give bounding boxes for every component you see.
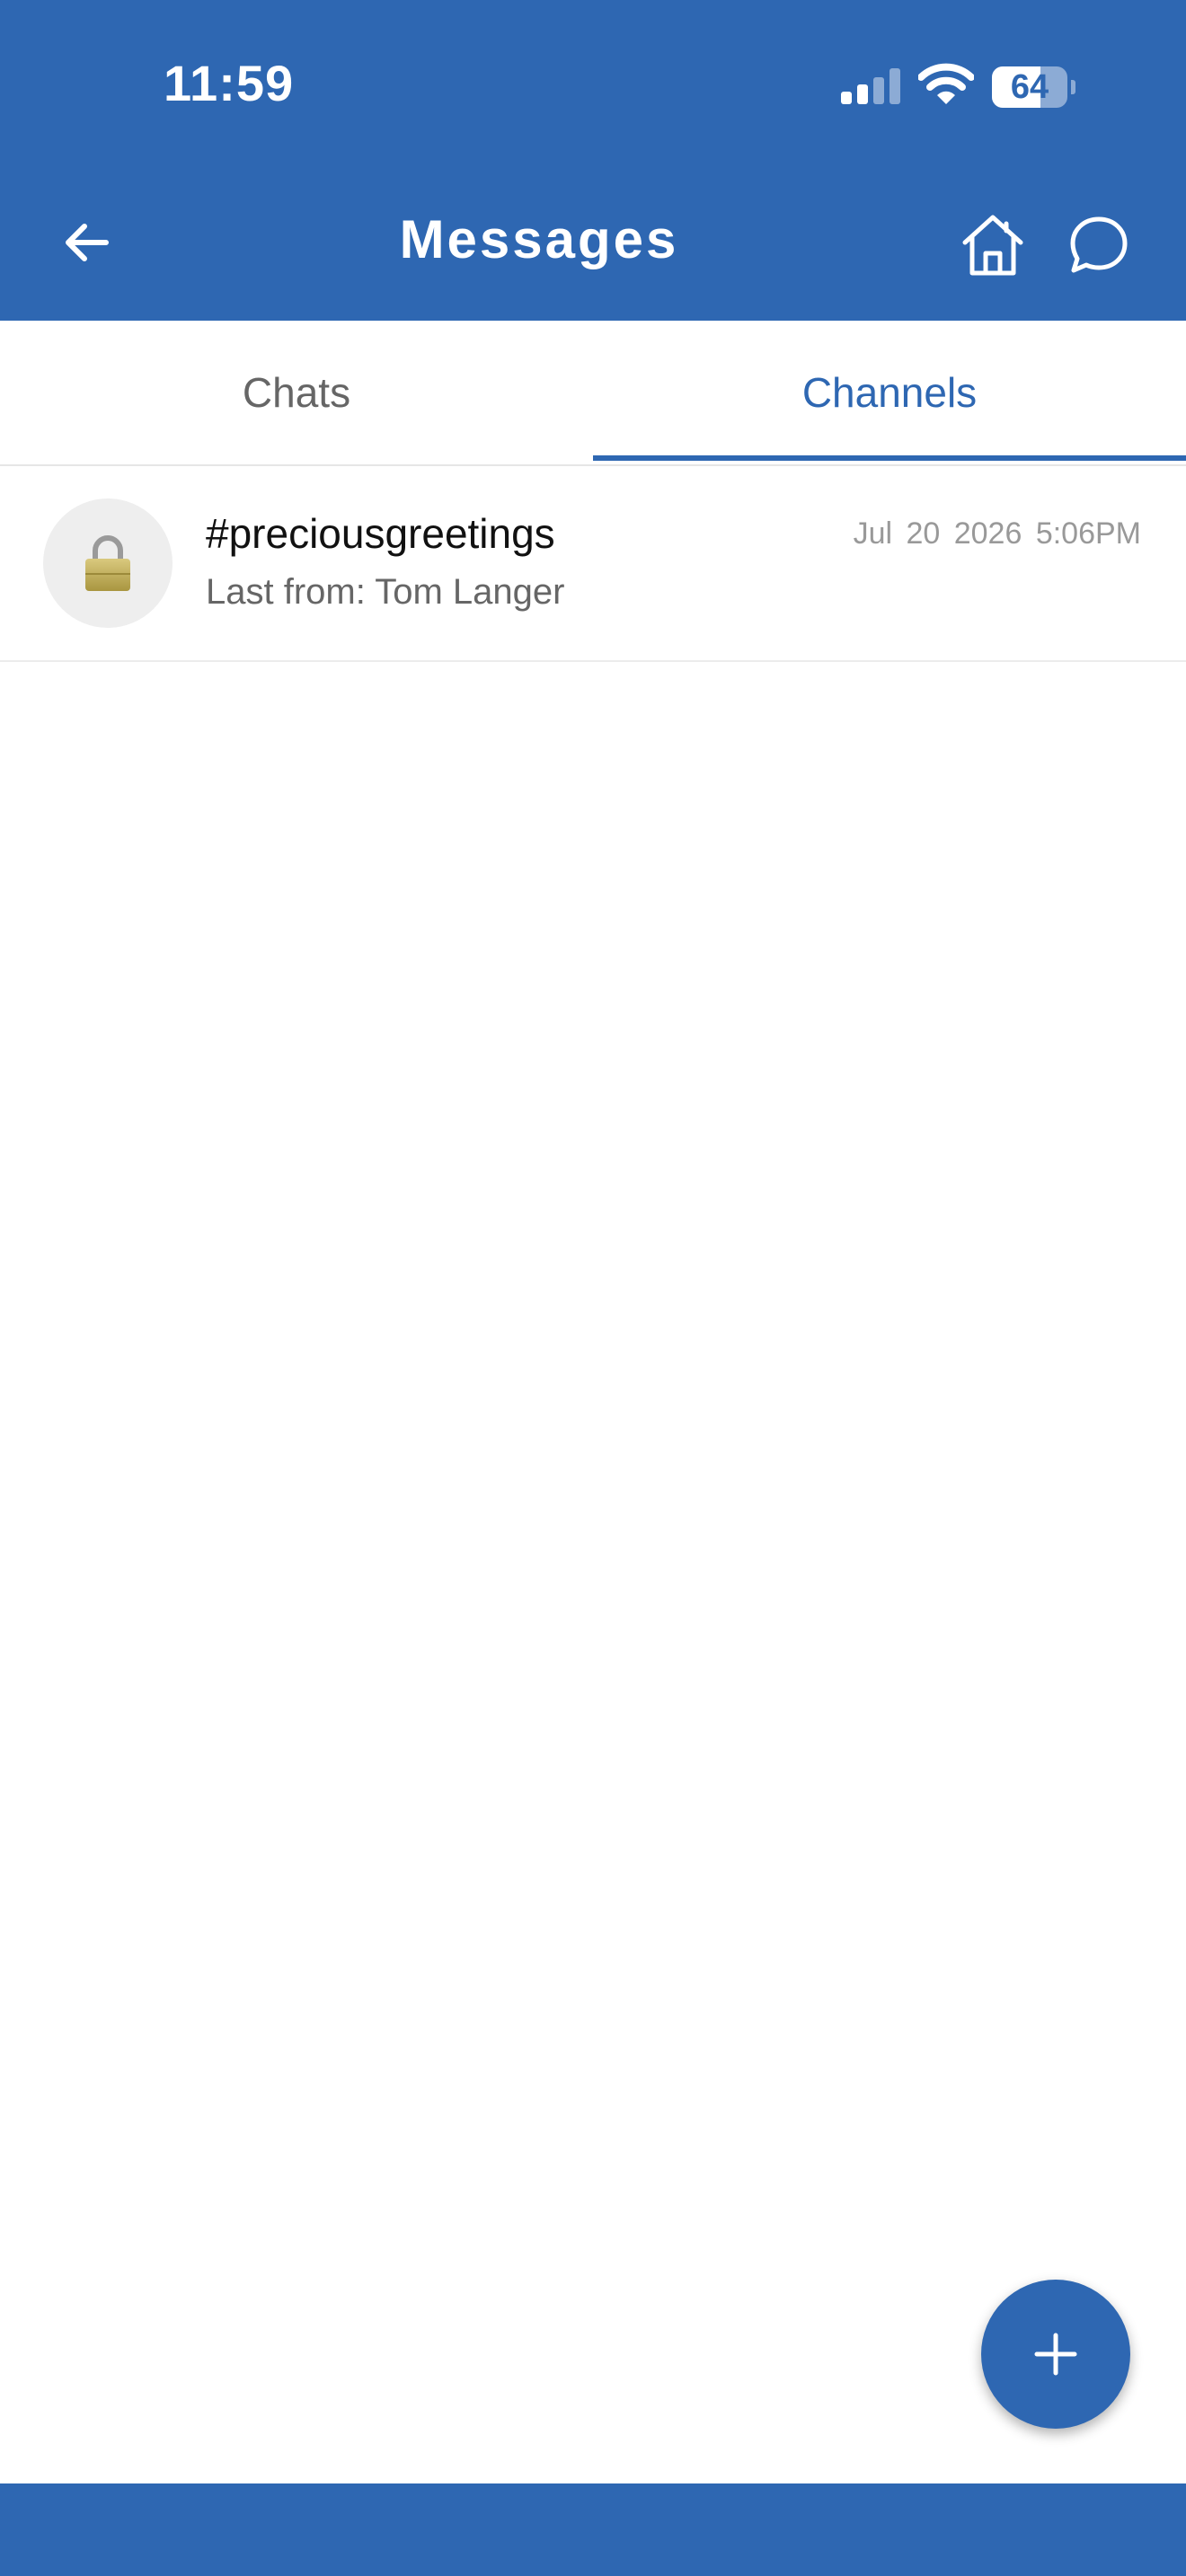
wifi-icon xyxy=(918,63,974,104)
bottom-bar xyxy=(0,2483,1186,2576)
app-header: 11:59 64 Messages xyxy=(0,0,1186,321)
channel-avatar xyxy=(43,498,173,628)
channel-list-item[interactable]: #preciousgreetings Last from: Tom Langer… xyxy=(0,466,1186,662)
back-button[interactable] xyxy=(50,207,122,278)
channel-last-message: Last from: Tom Langer xyxy=(206,572,565,612)
plus-icon xyxy=(1034,2333,1077,2376)
home-icon xyxy=(962,215,1023,276)
signal-icon xyxy=(841,68,900,104)
new-chat-button[interactable] xyxy=(1060,207,1137,284)
page-title: Messages xyxy=(399,209,679,269)
lock-icon xyxy=(85,535,130,591)
tab-bar: Chats Channels xyxy=(0,321,1186,466)
channel-name: #preciousgreetings xyxy=(206,510,555,557)
status-time: 11:59 xyxy=(164,55,295,111)
tab-channels[interactable]: Channels xyxy=(593,321,1186,464)
battery-tip xyxy=(1071,80,1075,94)
chat-bubble-icon xyxy=(1070,216,1128,273)
arrow-left-icon xyxy=(66,224,109,261)
channel-timestamp: Jul 20 2026 5:06PM xyxy=(853,516,1141,551)
battery-body: 64 xyxy=(992,66,1067,108)
tab-chats[interactable]: Chats xyxy=(0,321,593,464)
active-tab-indicator xyxy=(593,455,1186,461)
home-button[interactable] xyxy=(954,207,1031,284)
battery-indicator: 64 xyxy=(992,66,1075,108)
add-channel-button[interactable] xyxy=(981,2280,1130,2429)
battery-level-text: 64 xyxy=(1010,68,1049,106)
